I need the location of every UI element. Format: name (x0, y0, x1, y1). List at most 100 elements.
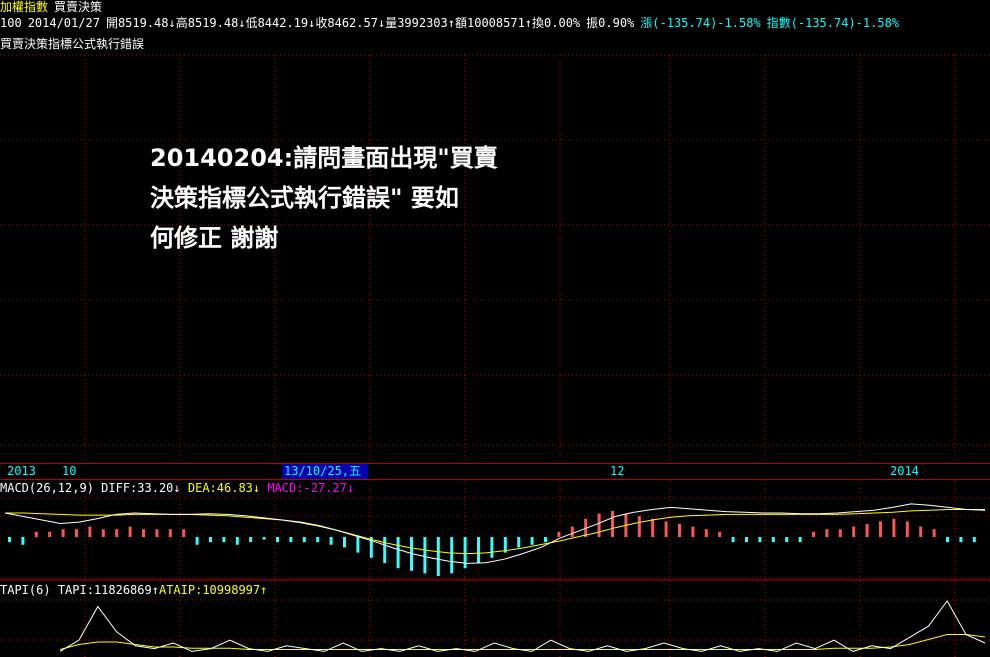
close-value: 收8462.57↓ (315, 16, 386, 30)
question-line-3: 何修正 謝謝 (150, 224, 279, 252)
macd-bar (222, 537, 226, 543)
period: 100 (0, 16, 22, 30)
macd-bar (195, 537, 199, 545)
axis-label-2014: 2014 (890, 464, 919, 478)
volume-value: 量3992303↑ (385, 16, 455, 30)
macd-bar (785, 537, 789, 543)
macd-bar (316, 537, 320, 543)
macd-bar (852, 526, 856, 537)
diff-line (4, 503, 986, 564)
macd-bar (919, 526, 923, 537)
macd-bar (383, 537, 387, 563)
axis-label-2013: 2013 (7, 464, 36, 478)
macd-bar (557, 531, 561, 537)
macd-bar (75, 529, 78, 537)
macd-bar (959, 537, 963, 543)
macd-bar (892, 518, 896, 537)
macd-bar (517, 537, 521, 548)
question-line-2: 決策指標公式執行錯誤" 要如 (150, 184, 459, 212)
macd-bar (423, 537, 427, 574)
macd-bar (678, 524, 681, 537)
macd-bar (450, 537, 454, 574)
tapi-legend: TAPI(6) TAPI:11826869↑ATAIP:10998997↑ (0, 583, 267, 597)
index-name[interactable]: 加權指數 (0, 0, 48, 14)
macd-bar (798, 537, 802, 543)
change-value: 漲(-135.74)-1.58% (640, 16, 761, 30)
macd-bar (343, 537, 346, 548)
dea-line (5, 509, 985, 555)
macd-bar (718, 531, 722, 537)
macd-bar (8, 537, 11, 543)
macd-bar (611, 511, 614, 537)
macd-bar (436, 537, 440, 576)
macd-bar (637, 516, 641, 537)
macd-bar (142, 529, 145, 537)
index-change-value: 指數(-135.74)-1.58% (766, 16, 900, 30)
macd-bar (276, 537, 279, 543)
macd-legend: MACD(26,12,9) DIFF:33.20↓ DEA:46.83↓ MAC… (0, 481, 354, 495)
macd-bar (48, 531, 52, 537)
macd-bar (865, 524, 869, 537)
tapi-name: TAPI(6) (0, 583, 51, 597)
amount-value: 額10008571↑ (455, 16, 533, 30)
macd-name: MACD(26,12,9) (0, 481, 94, 495)
macd-bar (249, 537, 253, 543)
macd-bar (302, 537, 306, 543)
question-line-1: 20140204:請問畫面出現"買賣 (150, 144, 498, 172)
indicator-charts (4, 503, 986, 652)
macd-bar (972, 537, 976, 543)
macd-bar (825, 529, 829, 537)
macd-bar (879, 521, 882, 537)
macd-bar (356, 537, 360, 553)
macd-bar (691, 526, 695, 537)
macd-bar (21, 537, 25, 545)
macd-value: MACD:-27.27↓ (267, 481, 355, 495)
macd-bar (182, 529, 186, 537)
tapi-value: TAPI:11826869↑ (57, 583, 159, 597)
strategy-name: 買賣決策 (54, 0, 103, 14)
tapi-line (59, 600, 986, 652)
macd-bar (570, 526, 574, 537)
macd-bar (34, 531, 38, 537)
macd-bar (396, 537, 400, 569)
macd-bar (115, 529, 119, 537)
macd-bar (812, 531, 815, 537)
macd-bar (597, 513, 601, 537)
low-value: 低8442.19↓ (245, 16, 316, 30)
macd-bar (664, 521, 668, 537)
question-overlay: 20140204:請問畫面出現"買賣 決策指標公式執行錯誤" 要如 何修正 謝謝 (150, 138, 498, 258)
high-value: 高8519.48↓ (175, 16, 246, 30)
macd-bar (946, 537, 949, 543)
macd-bar (490, 537, 494, 558)
quote-row: 100 2014/01/27 開8519.48↓高8519.48↓低8442.19↓… (0, 16, 899, 31)
macd-bar (745, 537, 748, 543)
macd-bar (88, 526, 92, 537)
macd-bar (128, 526, 132, 537)
ataip-value: ATAIP:10998997↑ (158, 583, 268, 597)
macd-bar (329, 537, 333, 545)
macd-bar (932, 529, 936, 537)
macd-bar (101, 529, 105, 537)
macd-bar (61, 529, 65, 537)
macd-diff: DIFF:33.20↓ (101, 481, 181, 495)
open-value: 開8519.48↓ (105, 16, 176, 30)
macd-bar (209, 537, 212, 543)
turnover-value: 換0.00% (532, 16, 581, 30)
macd-bar (651, 518, 655, 537)
title-row: 加權指數 買賣決策 (0, 0, 102, 15)
macd-bar (758, 537, 762, 543)
macd-bar (838, 529, 842, 537)
macd-dea: DEA:46.83↓ (187, 481, 261, 495)
selected-date-label[interactable]: 13/10/25,五 (282, 464, 368, 479)
macd-bar (704, 529, 708, 537)
macd-bar (155, 529, 159, 537)
macd-bar (530, 537, 534, 545)
macd-bar (771, 537, 775, 543)
macd-bar (477, 537, 480, 563)
macd-bar (544, 537, 547, 543)
macd-bar (235, 537, 239, 545)
quote-date: 2014/01/27 (27, 16, 100, 30)
axis-label-12: 12 (610, 464, 625, 478)
error-subtitle: 買賣決策指標公式執行錯誤 (0, 37, 145, 51)
macd-bar (731, 537, 735, 543)
